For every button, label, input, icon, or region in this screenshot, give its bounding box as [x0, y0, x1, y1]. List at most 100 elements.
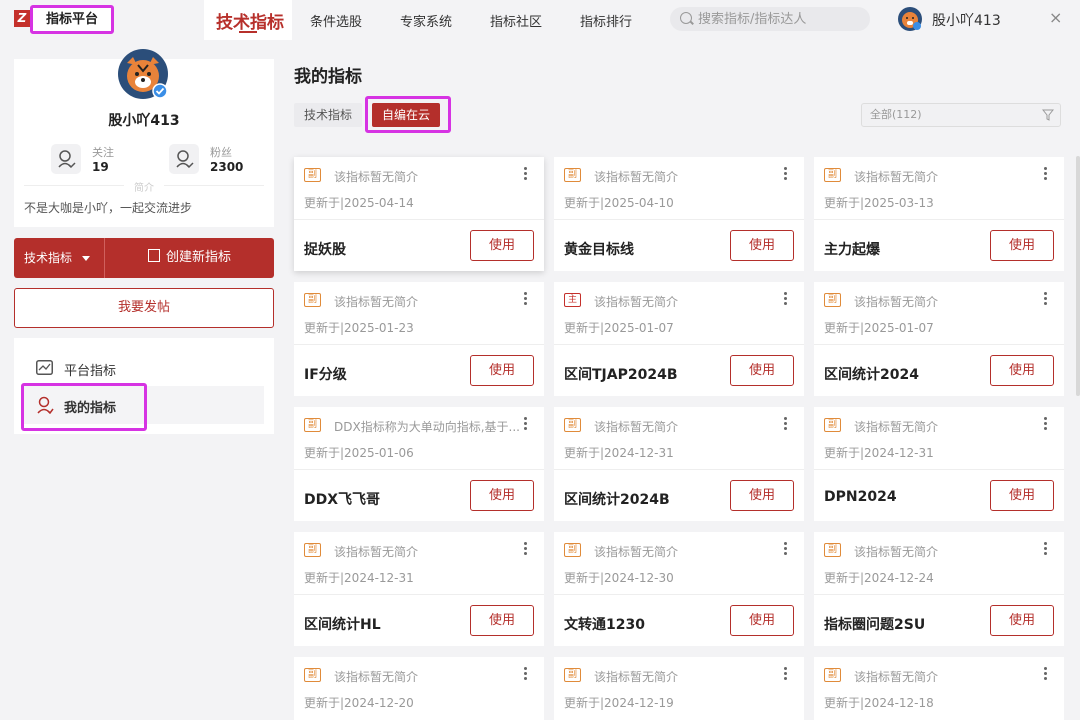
more-options-icon[interactable]: [524, 542, 528, 558]
updated-date: 更新于|2025-01-23: [304, 321, 414, 335]
indicator-card[interactable]: 副该指标暂无简介 更新于|2024-12-20: [294, 657, 544, 720]
card-divider: [294, 469, 544, 470]
app-logo: Z: [14, 10, 30, 27]
follow-icon: [51, 144, 81, 174]
tab-stock-screening[interactable]: 条件选股: [310, 11, 362, 30]
search-box[interactable]: [670, 7, 870, 31]
updated-date: 更新于|2024-12-18: [824, 696, 934, 710]
scrollbar[interactable]: [1076, 156, 1080, 396]
use-button[interactable]: 使用: [470, 355, 534, 386]
more-options-icon[interactable]: [524, 667, 528, 683]
side-item-platform-indicators[interactable]: 平台指标: [24, 349, 264, 387]
filter-label: 全部(112): [870, 108, 922, 121]
fans-count: 2300: [210, 160, 244, 174]
indicator-type-tag: 副: [304, 543, 321, 557]
use-button[interactable]: 使用: [730, 230, 794, 261]
indicator-name: IF分级: [304, 367, 347, 383]
filter-icon: [1042, 109, 1054, 121]
indicator-card[interactable]: 主该指标暂无简介 更新于|2025-01-07 区间TJAP2024B 使用: [554, 282, 804, 396]
create-indicator-button[interactable]: 创建新指标: [105, 238, 274, 278]
post-button[interactable]: 我要发帖: [14, 288, 274, 328]
indicator-type-tag: 主: [564, 293, 581, 307]
indicator-description: 该指标暂无简介: [594, 545, 679, 559]
indicator-card[interactable]: 副该指标暂无简介 更新于|2025-04-10 黄金目标线 使用: [554, 157, 804, 271]
dropdown-label: 技术指标: [24, 251, 73, 265]
use-button[interactable]: 使用: [990, 480, 1054, 511]
top-bar: Z 指标平台 技术指标 条件选股 专家系统 指标社区 指标排行 股小吖413 ×: [0, 0, 1080, 40]
search-input[interactable]: [698, 9, 858, 29]
fans-label: 粉丝: [210, 146, 232, 159]
card-divider: [294, 594, 544, 595]
updated-date: 更新于|2024-12-19: [564, 696, 674, 710]
indicator-card[interactable]: 副该指标暂无简介 更新于|2024-12-18: [814, 657, 1064, 720]
page-title: 我的指标: [294, 67, 362, 87]
category-filter[interactable]: 全部(112): [861, 103, 1061, 127]
indicator-type-tag: 副: [564, 543, 581, 557]
side-item-label: 平台指标: [64, 364, 117, 379]
indicator-card[interactable]: 副该指标暂无简介 更新于|2025-04-14 捉妖股 使用: [294, 157, 544, 271]
use-button[interactable]: 使用: [470, 605, 534, 636]
platform-title[interactable]: 指标平台: [30, 5, 114, 34]
indicator-name: 区间统计2024: [824, 367, 919, 383]
more-options-icon[interactable]: [524, 167, 528, 183]
tab-indicator-community[interactable]: 指标社区: [490, 11, 542, 30]
updated-date: 更新于|2025-01-07: [824, 321, 934, 335]
indicator-description: 该指标暂无简介: [594, 170, 679, 184]
indicator-type-tag: 副: [564, 418, 581, 432]
indicator-card[interactable]: 副该指标暂无简介 更新于|2025-01-23 IF分级 使用: [294, 282, 544, 396]
indicator-name: DDX飞飞哥: [304, 492, 381, 508]
indicator-card[interactable]: 副 DDX指标称为大单动向指标,基于... 更新于|2025-01-06 DDX飞飞哥…: [294, 407, 544, 521]
indicator-card[interactable]: 副该指标暂无简介 更新于|2024-12-24 指标圈问题2SU 使用: [814, 532, 1064, 646]
use-button[interactable]: 使用: [730, 480, 794, 511]
more-options-icon[interactable]: [784, 417, 788, 433]
tab-expert-system[interactable]: 专家系统: [400, 11, 452, 30]
tab-tech-indicator-filter[interactable]: 技术指标: [294, 103, 363, 127]
close-icon[interactable]: ×: [1049, 8, 1062, 27]
more-options-icon[interactable]: [1044, 417, 1048, 433]
tab-tech-indicators[interactable]: 技术指标: [216, 8, 284, 33]
use-button[interactable]: 使用: [990, 605, 1054, 636]
indicator-description: 该指标暂无简介: [854, 170, 939, 184]
card-divider: [814, 469, 1064, 470]
more-options-icon[interactable]: [784, 667, 788, 683]
more-options-icon[interactable]: [784, 542, 788, 558]
indicator-name: 文转通1230: [564, 617, 645, 633]
use-button[interactable]: 使用: [470, 480, 534, 511]
indicator-card[interactable]: 副该指标暂无简介 更新于|2025-01-07 区间统计2024 使用: [814, 282, 1064, 396]
indicator-description: 该指标暂无简介: [854, 295, 939, 309]
use-button[interactable]: 使用: [470, 230, 534, 261]
more-options-icon[interactable]: [1044, 292, 1048, 308]
use-button[interactable]: 使用: [990, 230, 1054, 261]
indicator-type-tag: 副: [304, 293, 321, 307]
updated-date: 更新于|2024-12-24: [824, 571, 934, 585]
username-top[interactable]: 股小吖413: [932, 10, 1001, 30]
indicator-card[interactable]: 副该指标暂无简介更新于|2024-12-30 文转通1230 使用: [554, 532, 804, 646]
indicator-type-tag: 副: [304, 668, 321, 682]
more-options-icon[interactable]: [524, 292, 528, 308]
indicator-card[interactable]: 副该指标暂无简介 更新于|2024-12-19: [554, 657, 804, 720]
indicator-card[interactable]: 副该指标暂无简介 更新于|2024-12-31 区间统计HL 使用: [294, 532, 544, 646]
more-options-icon[interactable]: [1044, 167, 1048, 183]
more-options-icon[interactable]: [1044, 542, 1048, 558]
indicator-type-dropdown[interactable]: 技术指标: [14, 238, 104, 278]
highlight-box-cloud-tab: [365, 96, 451, 133]
profile-avatar: [118, 49, 168, 99]
updated-date: 更新于|2025-03-13: [824, 196, 934, 210]
card-divider: [554, 219, 804, 220]
indicator-card[interactable]: 副该指标暂无简介 更新于|2024-12-31 DPN2024 使用: [814, 407, 1064, 521]
more-options-icon[interactable]: [524, 417, 528, 433]
more-options-icon[interactable]: [1044, 667, 1048, 683]
use-button[interactable]: 使用: [990, 355, 1054, 386]
user-avatar[interactable]: [898, 7, 922, 31]
indicator-type-tag: 副: [564, 168, 581, 182]
new-file-icon: [147, 249, 160, 262]
use-button[interactable]: 使用: [730, 605, 794, 636]
indicator-card[interactable]: 副该指标暂无简介 更新于|2024-12-31 区间统计2024B 使用: [554, 407, 804, 521]
indicator-description: 该指标暂无简介: [854, 420, 939, 434]
use-button[interactable]: 使用: [730, 355, 794, 386]
updated-date: 更新于|2024-12-30: [564, 571, 674, 585]
indicator-card[interactable]: 副该指标暂无简介 更新于|2025-03-13 主力起爆 使用: [814, 157, 1064, 271]
more-options-icon[interactable]: [784, 292, 788, 308]
more-options-icon[interactable]: [784, 167, 788, 183]
tab-indicator-ranking[interactable]: 指标排行: [580, 11, 632, 30]
